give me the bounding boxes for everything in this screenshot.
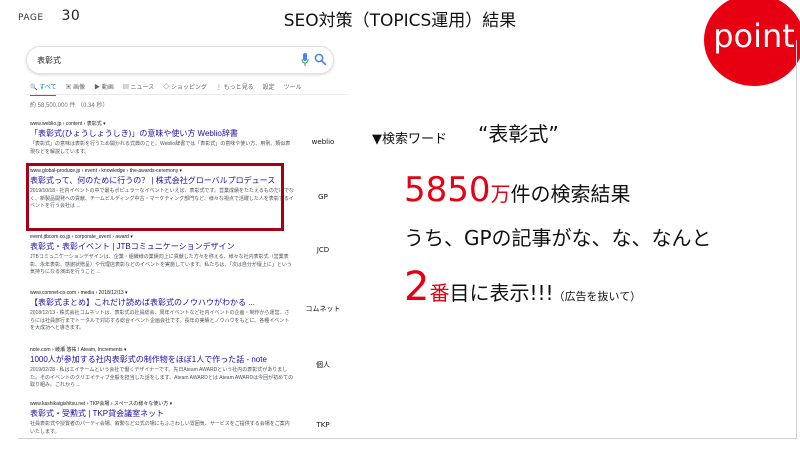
gp-statement: うち、GPの記事がな、な、なんと	[404, 226, 712, 250]
result-snippet: 2018/12/13 - 株式会社コムネットは、表彰式の社員総会、周年イベントな…	[30, 310, 290, 331]
label-individual: 個人	[316, 361, 330, 369]
tab-shopping-label: ショッピング	[170, 85, 207, 91]
label-tkp: TKP	[316, 421, 330, 429]
result-url[interactable]: www.comnet-co.com › media › 2018/12/13 ▾	[30, 290, 294, 296]
result-url[interactable]: www.kashikaigishitsu.net › TKP会場 › スペースの…	[30, 400, 294, 407]
result-item: www.weblio.jp › content › 表彰式 ▾ 「表彰式(ひょう…	[30, 120, 294, 156]
label-comnet: コムネット	[305, 305, 341, 313]
result-count-unit: 万	[490, 182, 511, 206]
gp-rank: 2番目に表示!!!（広告を抜いて）	[404, 264, 641, 310]
gp-rank-text: 目に表示!!!	[449, 281, 554, 305]
result-url[interactable]: www.weblio.jp › content › 表彰式 ▾	[30, 120, 294, 127]
result-snippet: 社員表彰式や授賞者のパーティ会場、叙勲など公式の場にもふさわしい雰囲気、サービス…	[30, 421, 290, 435]
gp-rank-unit: 番	[429, 281, 450, 305]
gp-rank-note: （広告を抜いて）	[553, 290, 642, 303]
result-count-number: 5850	[404, 170, 491, 210]
result-title[interactable]: 表彰式・表彰イベント | JTBコミュニケーションデザイン	[30, 242, 294, 252]
slide-title: SEO対策（TOPICS運用）結果	[283, 11, 517, 31]
tab-more-label: もっと見る	[223, 85, 254, 91]
result-item: www.comnet-co.com › media › 2018/12/13 ▾…	[30, 290, 294, 333]
result-snippet: 「表彰式」の意味は表彰を行うため開かれる式典のこと。Weblio辞書では「表彰式…	[30, 141, 291, 155]
result-snippet: JTBコミュニケーションデザインは、企業・組織様の業績向上に貢献した方々を称える…	[30, 254, 292, 275]
tab-all-label: すべて	[39, 85, 57, 91]
result-snippet: 2019/02/28 - 私はエイチームという会社で働くデザイナーです。先日At…	[30, 367, 294, 388]
label-jcd: JCD	[316, 246, 330, 254]
result-item: event.jtbcom.co.jp › corporate_event › a…	[30, 234, 294, 277]
result-url[interactable]: note.com › 綾瀬 悠祐 / Ateam, Increments ▾	[30, 346, 294, 353]
tab-news-label: ニュース	[130, 85, 155, 91]
search-icon[interactable]	[314, 53, 327, 66]
tab-videos-label: 動画	[101, 85, 114, 91]
label-gp: GP	[318, 193, 328, 201]
tabs-divider	[26, 94, 348, 95]
result-title[interactable]: 表彰式・受勲式 | TKP貸会議室ネット	[30, 409, 294, 419]
tab-images-label: 画像	[73, 85, 86, 91]
gp-rank-number: 2	[404, 264, 430, 310]
keyword-value: “表彰式”	[478, 122, 559, 146]
result-url[interactable]: event.jtbcom.co.jp › corporate_event › a…	[30, 234, 294, 240]
result-stats: 約 58,500,000 件 （0.34 秒）	[30, 103, 109, 109]
gp-result-highlight	[26, 163, 284, 231]
label-weblio: weblio	[311, 138, 335, 146]
result-title[interactable]: 1000人が参加する社内表彰式の制作物をほぼ1人で作った話 - note	[30, 355, 294, 365]
result-count: 5850万件の検索結果	[404, 170, 631, 210]
microphone-icon[interactable]	[301, 53, 309, 66]
search-input[interactable]	[35, 52, 279, 69]
result-title[interactable]: 【表彰式まとめ】これだけ読めば表彰式のノウハウがわかる ...	[30, 298, 294, 308]
result-item: www.kashikaigishitsu.net › TKP会場 › スペースの…	[30, 400, 294, 436]
result-title[interactable]: 「表彰式(ひょうしょうしき)」の意味や使い方 Weblio辞書	[30, 129, 294, 139]
result-item: note.com › 綾瀬 悠祐 / Ateam, Increments ▾ 1…	[30, 346, 294, 390]
result-count-text: 件の検索結果	[510, 182, 631, 206]
keyword-label: ▼検索ワード	[372, 132, 447, 147]
search-box[interactable]	[26, 46, 334, 74]
